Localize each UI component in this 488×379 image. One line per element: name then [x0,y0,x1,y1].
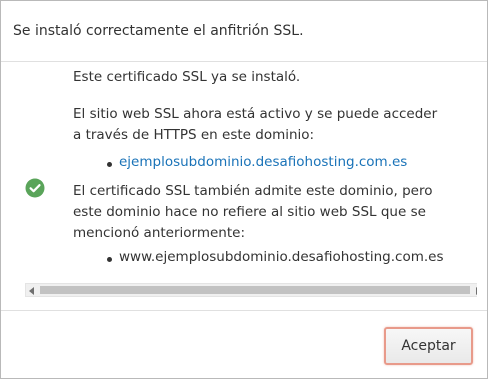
dialog-body: Este certificado SSL ya se instaló. El s… [13,63,477,305]
dialog-header: Se instaló correctamente el anfitrión SS… [1,1,487,62]
dialog-title: Se instaló correctamente el anfitrión SS… [13,23,304,39]
bullet-icon [107,257,112,262]
active-message-line-1: El sitio web SSL ahora está activo y se … [73,106,438,122]
accept-button[interactable]: Aceptar [384,327,473,365]
check-circle-icon [25,178,45,198]
other-domain-text: www.ejemplosubdominio.desafiohosting.com… [119,249,444,265]
other-domain-message-line-2: este dominio hace no refiere al sitio we… [73,204,426,220]
scrollbar-thumb[interactable] [40,286,470,294]
ssl-success-dialog: Se instaló correctamente el anfitrión SS… [0,0,488,379]
bullet-icon [107,162,112,167]
other-domain-message-line-1: El certificado SSL también admite este d… [73,183,433,199]
horizontal-scrollbar[interactable] [25,283,477,297]
other-domain-message-line-3: mencionó anteriormente: [73,225,246,241]
arrow-left-icon[interactable] [29,287,34,295]
arrow-right-icon[interactable] [476,287,477,295]
dialog-footer: Aceptar [1,310,487,379]
installed-message: Este certificado SSL ya se instaló. [73,69,301,85]
active-message-line-2: a través de HTTPS en este dominio: [73,127,315,143]
active-domain-link[interactable]: ejemplosubdominio.desafiohosting.com.es [119,152,407,173]
